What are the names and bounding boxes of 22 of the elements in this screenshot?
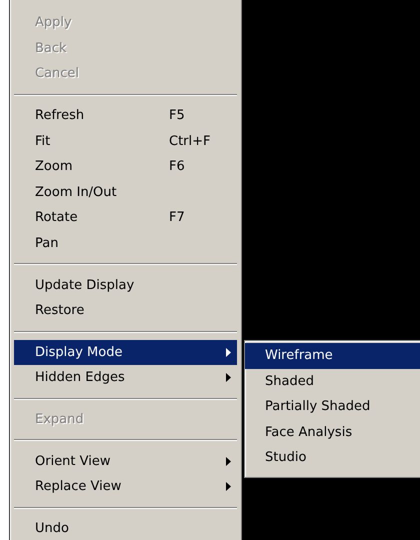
menu-item[interactable]: Restore [14, 298, 237, 324]
menu-item[interactable]: Fit Ctrl+F [14, 128, 237, 154]
menu-item[interactable]: Hidden Edges [14, 365, 237, 391]
submenu-arrow-icon [226, 482, 231, 492]
submenu-arrow-icon [226, 373, 231, 382]
menu-item[interactable]: Shaded [245, 368, 420, 394]
submenu-arrow-icon [226, 456, 231, 466]
menu-item[interactable]: Wireframe [245, 343, 420, 369]
menu-item[interactable]: Undo [14, 516, 237, 540]
menu-item[interactable]: Display Mode [14, 340, 237, 366]
menu-item[interactable]: Update Display [14, 272, 237, 298]
menu-item[interactable]: Rotate F7 [14, 205, 237, 231]
menu-item[interactable]: Pan [14, 230, 237, 256]
menu-item[interactable]: Studio [245, 445, 420, 471]
menu-item[interactable]: Orient View [14, 448, 237, 474]
menu-item[interactable]: Replace View [14, 474, 237, 500]
menu-item[interactable]: Zoom F6 [14, 154, 237, 180]
menu-item[interactable]: Face Analysis [245, 420, 420, 446]
menu-item[interactable]: Zoom In/Out [14, 180, 237, 206]
submenu-arrow-icon [226, 348, 231, 357]
menu-item[interactable]: Refresh F5 [14, 102, 237, 128]
menu-item[interactable]: Partially Shaded [245, 394, 420, 420]
